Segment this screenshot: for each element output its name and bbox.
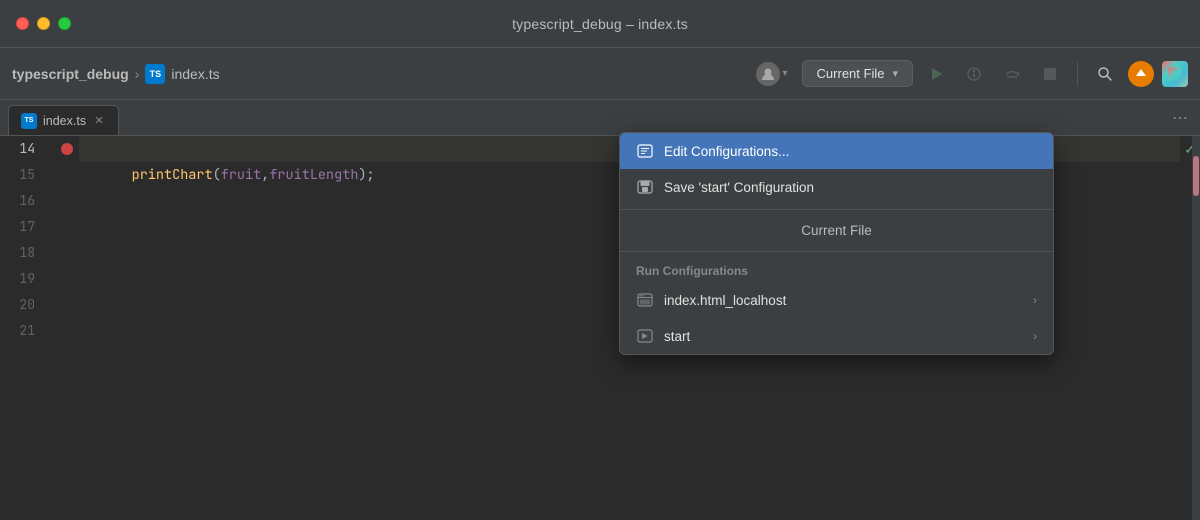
gutter-cell (55, 266, 79, 292)
dropdown-item-start[interactable]: start › (620, 318, 1053, 354)
line-number: 17 (0, 214, 45, 240)
browser-run-icon (636, 291, 654, 309)
tab-close-button[interactable]: ✕ (92, 114, 106, 128)
gutter-cell (55, 162, 79, 188)
gutter-cell (55, 318, 79, 344)
update-button[interactable] (1128, 61, 1154, 87)
user-button[interactable]: ▾ (750, 58, 794, 90)
project-name[interactable]: typescript_debug (12, 66, 129, 82)
user-dropdown-arrow: ▾ (783, 68, 788, 79)
start-run-icon (636, 327, 654, 345)
toolbar-divider (1077, 62, 1078, 86)
dropdown-item-edit-configs[interactable]: Edit Configurations... (620, 133, 1053, 169)
breadcrumb: typescript_debug › TS index.ts (12, 64, 742, 84)
gutter-cell (55, 240, 79, 266)
line-number: 16 (0, 188, 45, 214)
edit-config-icon (636, 142, 654, 160)
search-button[interactable] (1090, 59, 1120, 89)
maximize-button[interactable] (58, 17, 71, 30)
dropdown-separator-2 (620, 251, 1053, 252)
run-configs-header: Run Configurations (620, 256, 1053, 282)
index-html-label: index.html_localhost (664, 293, 786, 308)
tabs-overflow-button[interactable]: ⋯ (1168, 104, 1192, 132)
breadcrumb-filename[interactable]: index.ts (171, 66, 219, 82)
run-config-label: Current File (817, 66, 885, 81)
gutter-cell (55, 214, 79, 240)
stop-button[interactable] (1035, 59, 1065, 89)
close-button[interactable] (16, 17, 29, 30)
line-number: 20 (0, 292, 45, 318)
scrollbar-thumb[interactable] (1193, 156, 1199, 196)
current-file-label: Current File (801, 223, 872, 238)
window-title: typescript_debug – index.ts (512, 16, 688, 32)
dropdown-item-current-file[interactable]: Current File (620, 214, 1053, 247)
line-number: 15 (0, 162, 45, 188)
gutter-cell (55, 292, 79, 318)
editor-gutter (55, 136, 79, 520)
dropdown-item-index-html[interactable]: index.html_localhost › (620, 282, 1053, 318)
tab-filename: index.ts (43, 114, 86, 128)
start-label: start (664, 329, 690, 344)
minimize-button[interactable] (37, 17, 50, 30)
breakpoint-indicator (61, 143, 73, 155)
chevron-right-icon: › (1033, 293, 1037, 307)
jetbrains-logo[interactable] (1162, 61, 1188, 87)
line-number: 19 (0, 266, 45, 292)
tab-index-ts[interactable]: TS index.ts ✕ (8, 105, 119, 135)
user-avatar (756, 62, 780, 86)
dropdown-item-save-config[interactable]: Save 'start' Configuration (620, 169, 1053, 205)
scrollbar-track[interactable] (1192, 136, 1200, 520)
chevron-right-icon-2: › (1033, 329, 1037, 343)
edit-configs-label: Edit Configurations... (664, 144, 789, 159)
tab-file-icon: TS (21, 113, 37, 129)
toolbar: typescript_debug › TS index.ts ▾ Current… (0, 48, 1200, 100)
file-type-icon: TS (145, 64, 165, 84)
step-over-button[interactable] (997, 59, 1027, 89)
traffic-lights (16, 17, 71, 30)
save-config-icon (636, 178, 654, 196)
breadcrumb-separator: › (135, 66, 140, 82)
line-number: 18 (0, 240, 45, 266)
run-config-button[interactable]: Current File ▾ (802, 60, 913, 87)
dropdown-separator (620, 209, 1053, 210)
run-config-dropdown-arrow: ▾ (892, 67, 898, 80)
editor-area: 14 15 16 17 18 19 20 21 printChart(fruit… (0, 136, 1200, 520)
gutter-cell (55, 188, 79, 214)
line-numbers: 14 15 16 17 18 19 20 21 (0, 136, 55, 520)
save-config-label: Save 'start' Configuration (664, 180, 814, 195)
line-number: 14 (0, 136, 45, 162)
breakpoint-cell[interactable] (55, 136, 79, 162)
line-number: 21 (0, 318, 45, 344)
tabs-bar: TS index.ts ✕ ⋯ (0, 100, 1200, 136)
dropdown-menu: Edit Configurations... Save 'start' Conf… (619, 132, 1054, 355)
run-button[interactable] (921, 59, 951, 89)
debug-button[interactable] (959, 59, 989, 89)
title-bar: typescript_debug – index.ts (0, 0, 1200, 48)
